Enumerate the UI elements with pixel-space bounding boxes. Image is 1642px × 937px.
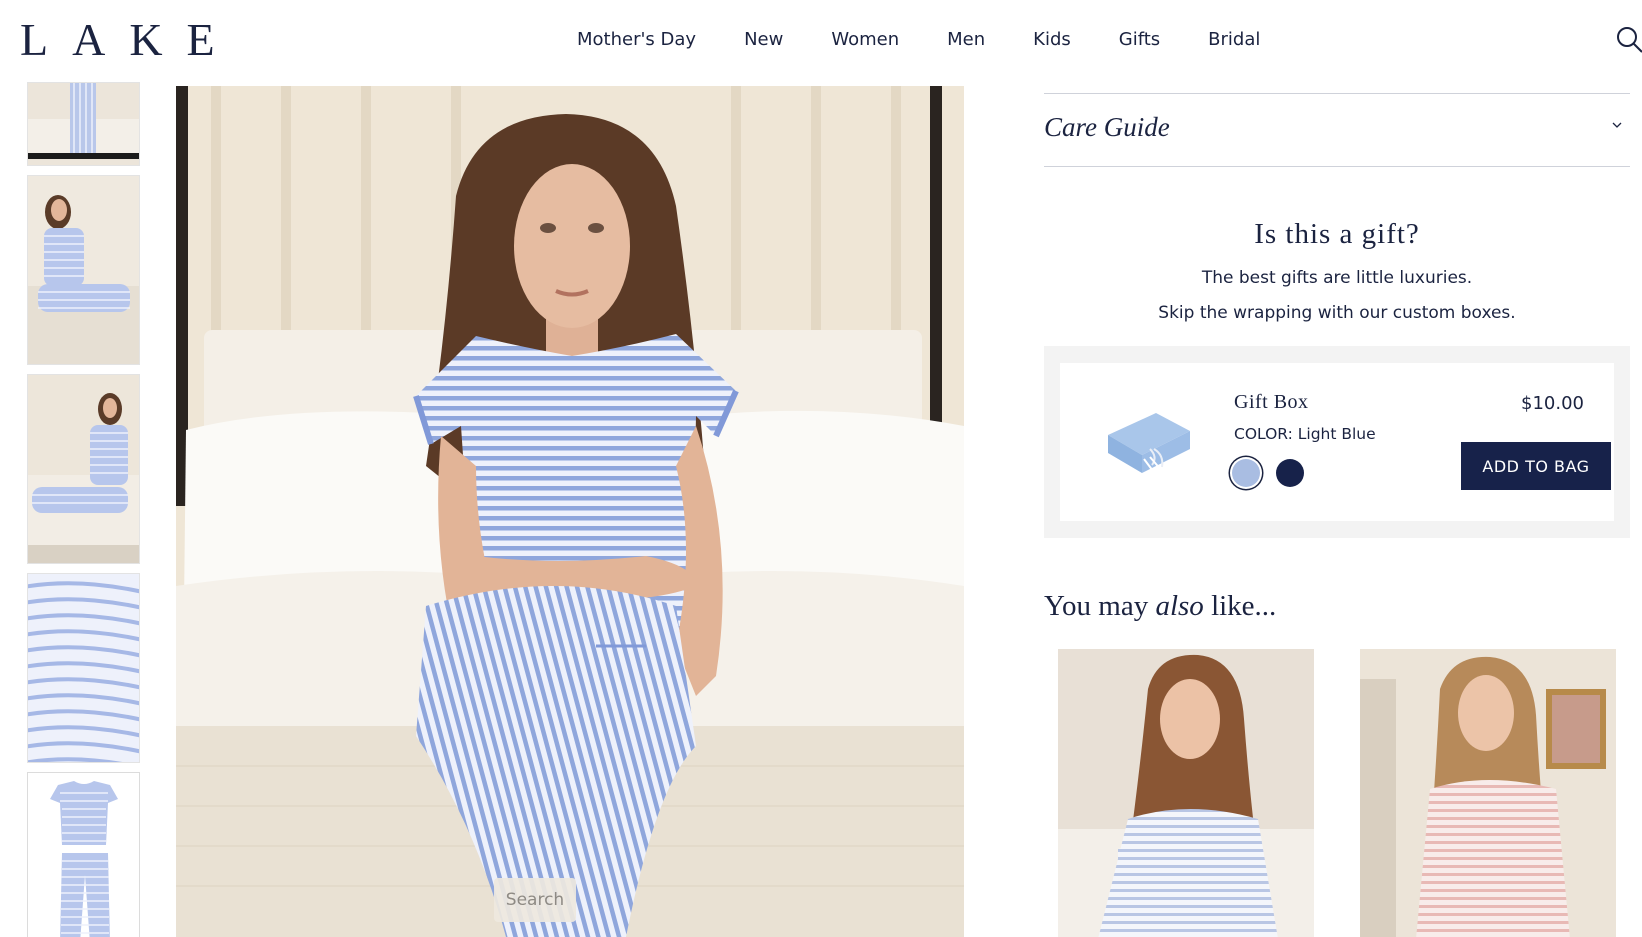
gift-box-price: $10.00 <box>1521 393 1584 414</box>
also-like-heading: You may also like... <box>1044 590 1276 623</box>
gift-subtext-1: The best gifts are little luxuries. <box>1201 268 1473 288</box>
care-guide-accordion[interactable]: Care Guide <box>1044 93 1630 167</box>
nav-men[interactable]: Men <box>947 26 985 54</box>
nav-gifts[interactable]: Gifts <box>1119 26 1160 54</box>
gift-box-name: Gift Box <box>1234 391 1309 413</box>
thumbnail-5[interactable] <box>27 772 140 937</box>
nav-mothers-day[interactable]: Mother's Day <box>577 26 696 54</box>
nav-kids[interactable]: Kids <box>1033 26 1071 54</box>
gift-box-image <box>1108 413 1190 476</box>
nav-bridal[interactable]: Bridal <box>1208 26 1260 54</box>
site-logo[interactable]: LAKE <box>20 14 239 66</box>
nav-women[interactable]: Women <box>831 26 899 54</box>
search-icon[interactable] <box>1614 24 1642 54</box>
gift-subtext-2: Skip the wrapping with our custom boxes. <box>1158 303 1516 323</box>
gift-box-color-label: COLOR: Light Blue <box>1234 425 1376 443</box>
main-product-image[interactable] <box>176 86 964 937</box>
swatch-navy[interactable] <box>1276 459 1304 487</box>
search-pill-button[interactable]: Search <box>494 878 576 922</box>
thumbnail-2[interactable] <box>27 175 140 365</box>
site-header: LAKE Mother's Day New Women Men Kids Gif… <box>0 0 1642 82</box>
also-like-emph: also <box>1155 590 1204 622</box>
nav-new[interactable]: New <box>744 26 783 54</box>
thumbnail-4[interactable] <box>27 573 140 763</box>
chevron-down-icon <box>1612 122 1622 128</box>
gift-box-panel: Gift Box COLOR: Light Blue $10.00 ADD TO… <box>1044 346 1630 538</box>
gift-heading: Is this a gift? <box>1254 218 1420 250</box>
gift-box-card: Gift Box COLOR: Light Blue $10.00 ADD TO… <box>1060 363 1614 521</box>
recommendation-card-1[interactable] <box>1058 649 1314 937</box>
also-like-suffix: like... <box>1203 590 1277 622</box>
also-like-prefix: You may <box>1044 590 1156 622</box>
recommendation-card-2[interactable] <box>1360 649 1616 937</box>
swatch-light-blue[interactable] <box>1232 459 1260 487</box>
care-guide-title: Care Guide <box>1044 112 1170 142</box>
thumbnail-1[interactable] <box>27 82 140 166</box>
main-nav: Mother's Day New Women Men Kids Gifts Br… <box>577 26 1308 54</box>
thumbnail-3[interactable] <box>27 374 140 564</box>
add-to-bag-button[interactable]: ADD TO BAG <box>1461 442 1611 490</box>
